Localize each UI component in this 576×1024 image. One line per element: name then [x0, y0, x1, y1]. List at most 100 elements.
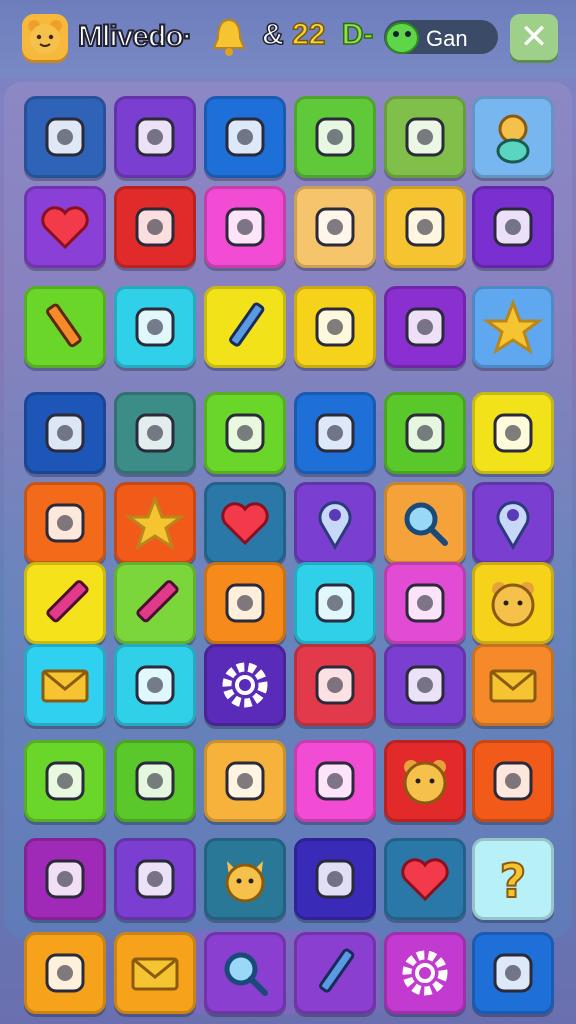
grid-tile[interactable] — [24, 186, 106, 268]
grid-tile[interactable] — [114, 482, 196, 564]
grid-tile[interactable] — [204, 482, 286, 564]
grid-tile[interactable] — [114, 186, 196, 268]
pen-icon — [229, 302, 265, 347]
cat-face-icon — [225, 861, 265, 903]
grid-tile[interactable] — [24, 96, 106, 178]
grid-tile[interactable] — [384, 644, 466, 726]
grid-tile[interactable] — [204, 740, 286, 822]
grid-tile[interactable] — [294, 932, 376, 1014]
grid-tile[interactable] — [384, 838, 466, 920]
location-pin-icon — [318, 501, 352, 550]
grid-tile[interactable] — [24, 644, 106, 726]
grid-tile[interactable] — [24, 838, 106, 920]
score-display: & 22 D- — [261, 17, 374, 52]
grid-tile[interactable] — [294, 96, 376, 178]
lipstick-icon — [405, 117, 445, 157]
grid-tile[interactable] — [24, 740, 106, 822]
grid-tile[interactable] — [294, 286, 376, 368]
grid-tile[interactable] — [472, 740, 554, 822]
grid-tile[interactable] — [114, 562, 196, 644]
grid-tile[interactable] — [24, 562, 106, 644]
grid-tile[interactable] — [114, 644, 196, 726]
grid-tile[interactable] — [472, 286, 554, 368]
close-icon: ✕ — [519, 17, 549, 57]
grid-tile[interactable] — [384, 96, 466, 178]
bell-icon[interactable] — [210, 16, 248, 58]
grid-tile[interactable] — [204, 392, 286, 474]
score-suffix: D- — [341, 17, 374, 52]
grid-tile[interactable] — [384, 932, 466, 1014]
candy-stick-icon — [135, 117, 175, 157]
svg-text:?: ? — [500, 854, 527, 908]
grid-tile[interactable] — [472, 482, 554, 564]
grid-tile[interactable] — [384, 562, 466, 644]
grid-tile[interactable] — [114, 740, 196, 822]
grid-tile[interactable]: ? — [472, 838, 554, 920]
lollipop-icon — [135, 665, 175, 705]
score-value: 22 — [291, 17, 326, 52]
spoon-icon — [315, 761, 355, 801]
grid-tile[interactable] — [384, 740, 466, 822]
grid-tile[interactable] — [204, 286, 286, 368]
grid-tile[interactable] — [294, 838, 376, 920]
ticket-icon — [315, 583, 355, 623]
grid-tile[interactable] — [384, 186, 466, 268]
grid-tile[interactable] — [24, 286, 106, 368]
grid-tile[interactable] — [384, 392, 466, 474]
grid-tile[interactable] — [472, 186, 554, 268]
robot-toy-icon — [315, 307, 355, 347]
grid-tile[interactable] — [114, 96, 196, 178]
score-prefix: & — [261, 17, 284, 52]
magnifier-icon — [224, 952, 268, 996]
location-pin-icon — [496, 501, 530, 550]
pen-icon — [319, 948, 355, 993]
creature-icon — [405, 665, 445, 705]
gear-icon — [222, 662, 268, 708]
grid-tile[interactable] — [384, 286, 466, 368]
chain-link-icon — [315, 117, 355, 157]
grid-tile[interactable] — [204, 96, 286, 178]
grid-tile[interactable] — [114, 838, 196, 920]
grid-tile[interactable] — [294, 644, 376, 726]
brush-icon — [45, 761, 85, 801]
pencil-icon — [45, 303, 82, 348]
grid-tile[interactable] — [472, 96, 554, 178]
grid-tile[interactable] — [294, 740, 376, 822]
grid-tile[interactable] — [24, 392, 106, 474]
grid-tile[interactable] — [204, 838, 286, 920]
grid-tile[interactable] — [472, 932, 554, 1014]
ring-key-icon — [315, 207, 355, 247]
shopping-bag-icon — [315, 665, 355, 705]
ice-cream-icon — [315, 413, 355, 453]
grid-tile[interactable] — [472, 392, 554, 474]
balloon-icon — [135, 761, 175, 801]
grid-tile[interactable] — [24, 482, 106, 564]
tablet-icon — [135, 307, 175, 347]
grid-tile[interactable] — [204, 562, 286, 644]
grid-tile[interactable] — [384, 482, 466, 564]
grid-tile[interactable] — [294, 482, 376, 564]
grid-tile[interactable] — [472, 562, 554, 644]
gear-icon — [402, 950, 448, 996]
grid-tile[interactable] — [114, 932, 196, 1014]
grid-tile[interactable] — [294, 186, 376, 268]
portfolio-icon — [45, 117, 85, 157]
bear-face-icon — [491, 582, 535, 627]
whistle-icon — [45, 859, 85, 899]
grid-tile[interactable] — [204, 186, 286, 268]
crayon-icon — [46, 580, 89, 623]
grid-tile[interactable] — [294, 392, 376, 474]
grid-tile[interactable] — [114, 392, 196, 474]
grid-tile[interactable] — [472, 644, 554, 726]
grid-tile[interactable] — [204, 644, 286, 726]
question-mark-icon: ? — [499, 853, 528, 909]
pinwheel-icon — [135, 859, 175, 899]
close-button[interactable]: ✕ — [510, 14, 558, 60]
grid-tile[interactable] — [24, 932, 106, 1014]
speech-bubble-icon — [405, 207, 445, 247]
grid-tile[interactable] — [114, 286, 196, 368]
ice-pop-icon — [135, 207, 175, 247]
star-icon — [125, 494, 185, 551]
grid-tile[interactable] — [294, 562, 376, 644]
grid-tile[interactable] — [204, 932, 286, 1014]
